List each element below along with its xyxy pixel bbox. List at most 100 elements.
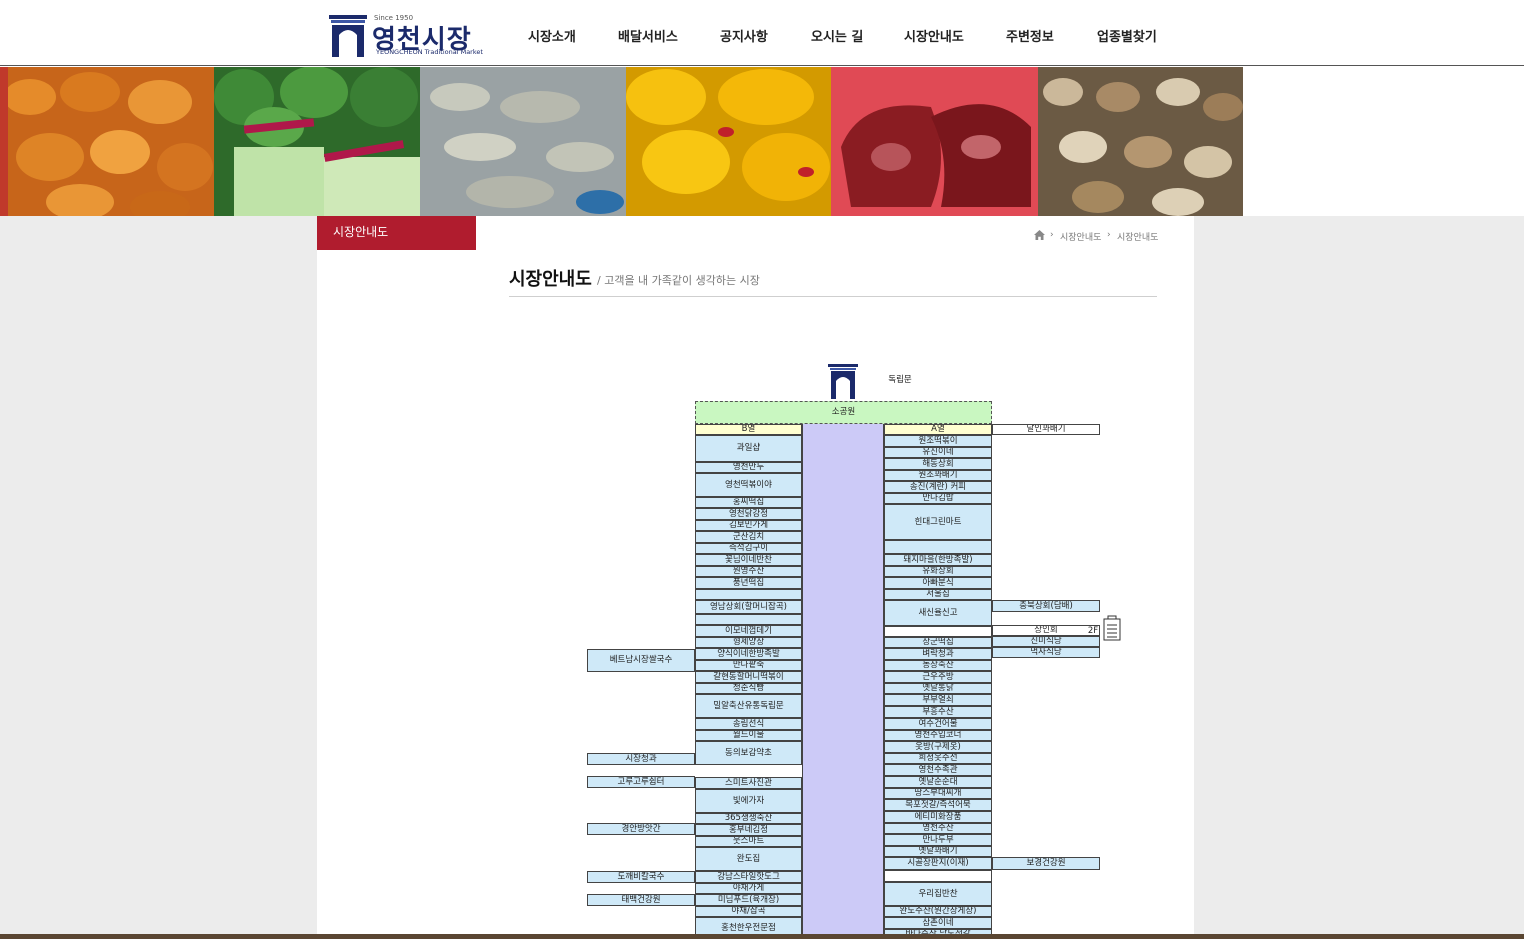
map-shop[interactable]: 원영수산 <box>695 566 802 577</box>
map-shop[interactable]: 부부열쇠 <box>884 694 992 706</box>
map-shop[interactable]: 장군떡집 <box>884 637 992 648</box>
map-shop[interactable]: 상인회 <box>992 625 1100 636</box>
map-shop[interactable]: 웃스마트 <box>695 836 802 847</box>
small-park[interactable]: 소공원 <box>695 401 992 424</box>
map-shop[interactable]: 완도수산(원간장게장) <box>884 906 992 917</box>
map-shop[interactable]: 원조꽈배기 <box>884 470 992 481</box>
map-shop[interactable]: 원조떡볶이 <box>884 435 992 447</box>
map-shop[interactable]: 영천닭강정 <box>695 508 802 520</box>
map-shop[interactable]: 갈현동할머니떡볶이 <box>695 671 802 683</box>
map-shop[interactable]: 유화상회 <box>884 566 992 577</box>
map-shop[interactable]: 송림선식 <box>695 718 802 730</box>
map-shop[interactable]: 만나김밥 <box>884 493 992 504</box>
map-shop[interactable]: 강남스타일핫도그 <box>695 871 802 883</box>
breadcrumb-item[interactable]: 시장안내도 <box>1060 230 1101 243</box>
map-shop[interactable]: 벼락청과 <box>884 648 992 660</box>
map-shop[interactable]: 돼지마을(한방족발) <box>884 554 992 566</box>
map-shop[interactable]: 삼촌이네 <box>884 917 992 929</box>
map-shop[interactable]: 옛날순순대 <box>884 776 992 788</box>
map-shop[interactable]: 경안방앗간 <box>587 823 695 835</box>
nav-directions[interactable]: 오시는 길 <box>811 26 863 45</box>
map-shop[interactable]: 동의보감약초 <box>695 741 802 765</box>
map-shop[interactable]: 보경건강원 <box>992 857 1100 870</box>
map-shop[interactable]: 아빠분식 <box>884 577 992 589</box>
map-shop[interactable]: 해동상회 <box>884 458 992 470</box>
map-shop[interactable]: 즉석김구이 <box>695 543 802 554</box>
map-shop[interactable]: 옛날통닭 <box>884 683 992 694</box>
map-shop[interactable]: 시장청과 <box>587 753 695 765</box>
map-shop[interactable]: 근우주방 <box>884 671 992 683</box>
breadcrumb-item[interactable]: 시장안내도 <box>1117 230 1158 243</box>
map-shop[interactable]: 만나팥죽 <box>695 660 802 671</box>
greens-photo <box>214 67 420 216</box>
nav-nearby[interactable]: 주변정보 <box>1006 26 1054 45</box>
nav-notice[interactable]: 공지사항 <box>720 26 768 45</box>
map-shop[interactable]: 영천떡볶이야 <box>695 473 802 497</box>
nav-market-map[interactable]: 시장안내도 <box>904 26 964 45</box>
map-shop[interactable]: 송진(계란) 커피 <box>884 481 992 493</box>
nav-market-intro[interactable]: 시장소개 <box>528 26 576 45</box>
map-shop[interactable]: 영천수입코너 <box>884 730 992 741</box>
nav-delivery[interactable]: 배달서비스 <box>618 26 678 45</box>
map-shop[interactable]: 야채/잡곡 <box>695 906 802 917</box>
home-icon[interactable] <box>1034 230 1045 240</box>
map-shop[interactable]: 힌대그린마트 <box>884 504 992 540</box>
map-shop[interactable]: 형제양장 <box>695 637 802 648</box>
mushroom-photo <box>1038 67 1243 216</box>
map-shop[interactable]: 먹자식당 <box>992 647 1100 658</box>
map-shop[interactable]: 에티미화장품 <box>884 811 992 823</box>
map-shop[interactable]: 유진이네 <box>884 447 992 458</box>
map-shop[interactable]: 이모네껍데기 <box>695 625 802 637</box>
map-shop[interactable]: 홍씨떡집 <box>695 497 802 508</box>
map-shop[interactable]: 진미식당 <box>992 636 1100 647</box>
map-shop[interactable]: 도깨비칼국수 <box>587 871 695 883</box>
map-shop[interactable]: 완도집 <box>695 847 802 871</box>
map-shop[interactable]: 베트남시장쌀국수 <box>587 649 695 672</box>
map-shop[interactable]: 밀알축산유통독립문 <box>695 694 802 718</box>
map-empty-stall <box>695 614 802 625</box>
map-shop[interactable]: 땅스부대찌개 <box>884 788 992 799</box>
map-shop[interactable]: 우리집반찬 <box>884 882 992 906</box>
map-shop[interactable]: 홍부네김정 <box>695 824 802 836</box>
sidebar-tab-market-map[interactable]: 시장안내도 <box>317 216 476 250</box>
map-shop[interactable]: 새신율신고 <box>884 600 992 626</box>
map-shop[interactable]: 희정옷수선 <box>884 753 992 764</box>
map-shop[interactable]: 365생생축산 <box>695 813 802 824</box>
map-shop[interactable]: 영남상회(할머니잡곡) <box>695 600 802 614</box>
map-empty-stall <box>884 626 992 637</box>
map-shop[interactable]: 부흥수산 <box>884 706 992 718</box>
map-shop[interactable]: 영천수산 <box>884 823 992 834</box>
map-shop[interactable]: 영천수족관 <box>884 764 992 776</box>
map-shop[interactable]: 미님푸드(육개장) <box>695 894 802 906</box>
gate-icon <box>828 364 858 399</box>
map-shop[interactable]: 빛에가자 <box>695 789 802 813</box>
map-shop[interactable]: 영천만두 <box>695 462 802 473</box>
map-shop[interactable]: 스미트사진관 <box>695 777 802 789</box>
map-shop[interactable]: 시골장판지(이재) <box>884 857 992 870</box>
map-shop[interactable]: 과일샵 <box>695 435 802 462</box>
map-shop[interactable]: 월드이불 <box>695 730 802 741</box>
site-header: Since 1950 영천시장 YEONGCHEON Traditional M… <box>0 0 1524 66</box>
map-shop[interactable]: 목포젓갈/즉석어묵 <box>884 799 992 811</box>
map-shop[interactable]: 옷방(구제옷) <box>884 741 992 753</box>
map-shop[interactable]: 청춘식빵 <box>695 683 802 694</box>
map-shop[interactable]: 야채가게 <box>695 883 802 894</box>
map-shop[interactable]: 옛날꽈배기 <box>884 846 992 857</box>
map-shop[interactable]: 태백건강원 <box>587 894 695 906</box>
map-shop[interactable]: 꽃님이네반찬 <box>695 554 802 566</box>
map-shop[interactable]: 여수건어물 <box>884 718 992 730</box>
gate-logo-icon <box>329 15 367 57</box>
nav-business-search[interactable]: 업종별찾기 <box>1097 26 1157 45</box>
map-shop[interactable]: 충북상회(담배) <box>992 600 1100 612</box>
site-logo[interactable]: Since 1950 영천시장 YEONGCHEON Traditional M… <box>328 11 483 59</box>
map-shop[interactable]: 달인꽈배기 <box>992 424 1100 435</box>
map-shop[interactable]: 서울집 <box>884 589 992 600</box>
map-shop[interactable]: 군산김치 <box>695 531 802 543</box>
map-shop[interactable]: 고루고루쉼터 <box>587 776 695 788</box>
map-shop[interactable]: 김보민가게 <box>695 520 802 531</box>
page-subtitle: / 고객을 내 가족같이 생각하는 시장 <box>597 274 760 287</box>
map-shop[interactable]: 만나두부 <box>884 834 992 846</box>
map-shop[interactable]: 풍년떡집 <box>695 577 802 589</box>
map-shop[interactable]: 농장축산 <box>884 660 992 671</box>
map-shop[interactable]: 양식이네한방족발 <box>695 648 802 660</box>
